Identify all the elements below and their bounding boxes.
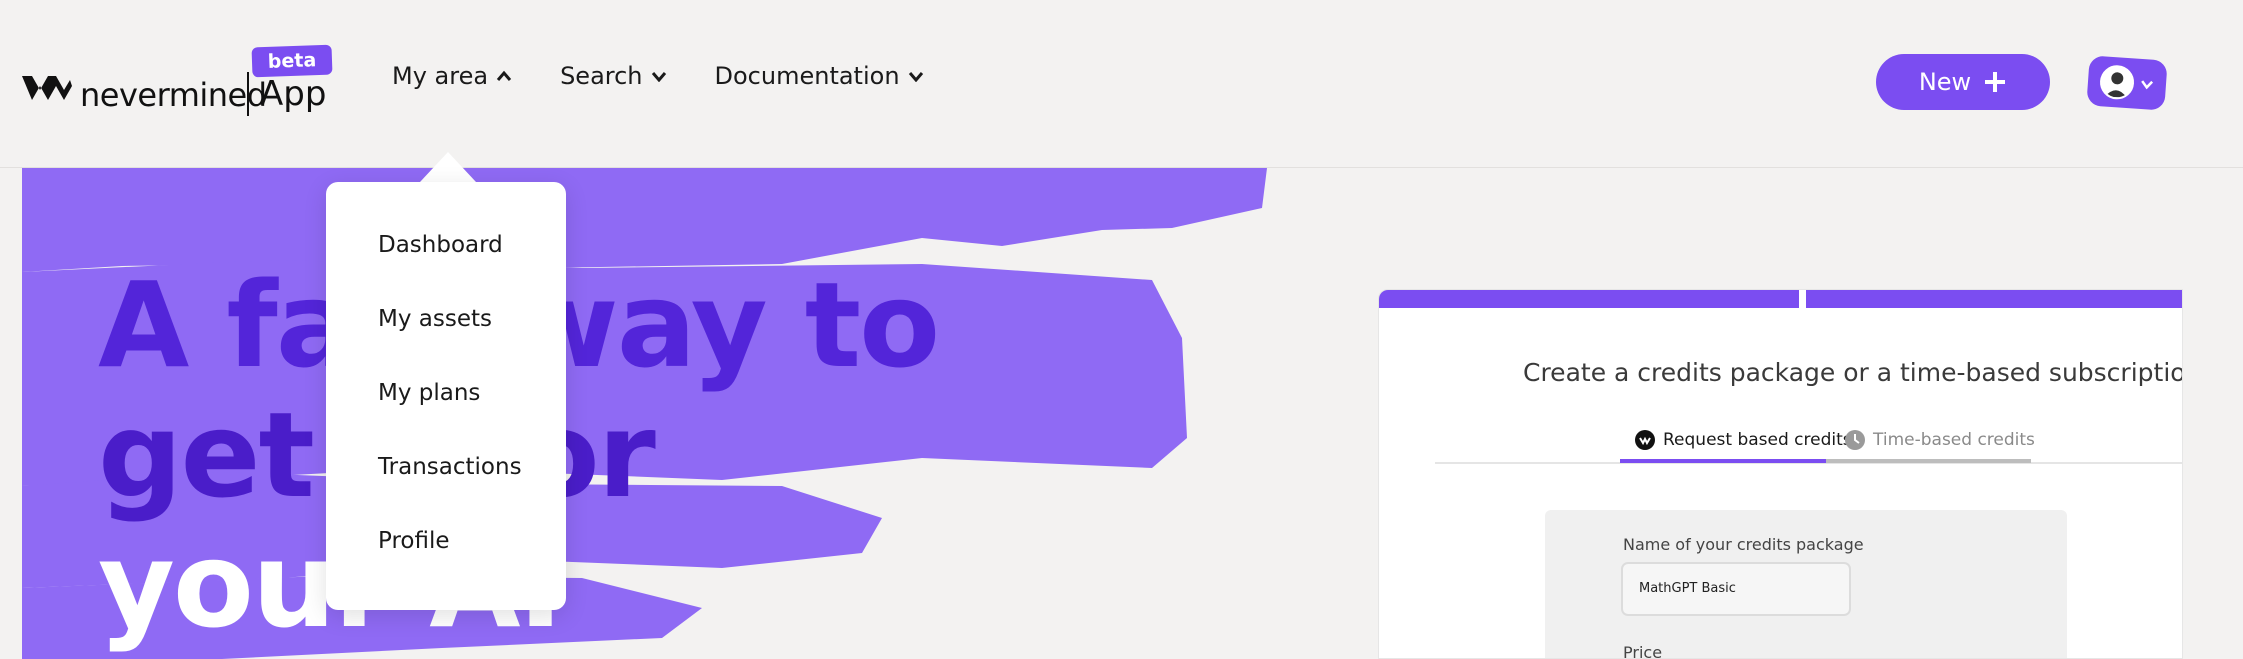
new-button[interactable]: New [1876, 54, 2050, 110]
main-nav: My area Search Documentation [392, 62, 924, 90]
nav-documentation[interactable]: Documentation [715, 62, 924, 90]
avatar [2098, 64, 2136, 101]
new-button-label: New [1918, 68, 1972, 96]
tab-time-based-credits[interactable]: Time-based credits [1845, 430, 2035, 450]
logo-wordmark: nevermined [80, 76, 267, 114]
chevron-up-icon [496, 70, 512, 81]
menu-item-transactions[interactable]: Transactions [378, 454, 522, 480]
chevron-down-icon [2141, 80, 2154, 90]
logo-app-label: App [260, 74, 327, 114]
chevron-down-icon [651, 72, 666, 82]
logo-separator [247, 72, 249, 116]
dropdown-arrow [420, 152, 476, 182]
clock-icon [1845, 430, 1865, 450]
menu-item-my-plans[interactable]: My plans [378, 380, 480, 406]
nav-search[interactable]: Search [560, 62, 666, 90]
request-credits-icon [1635, 430, 1655, 450]
package-name-input[interactable]: MathGPT Basic [1621, 562, 1851, 616]
chevron-down-icon [908, 72, 923, 82]
card-title: Create a credits package or a time-based… [1523, 358, 2183, 387]
tab-request-based-credits[interactable]: Request based credits [1635, 430, 1852, 450]
nav-search-label: Search [560, 62, 643, 90]
plus-icon [1985, 72, 2006, 92]
inactive-tab-indicator [1826, 459, 2031, 463]
nav-my-area[interactable]: My area [392, 62, 512, 90]
price-field-label: Price [1623, 643, 1663, 659]
menu-item-dashboard[interactable]: Dashboard [378, 232, 503, 258]
user-avatar-icon [2105, 72, 2127, 99]
nevermined-logo[interactable]: nevermined App beta [22, 44, 342, 120]
my-area-dropdown: Dashboard My assets My plans Transaction… [326, 182, 566, 610]
active-tab-indicator [1620, 459, 1826, 463]
credits-form-panel: Name of your credits package MathGPT Bas… [1545, 510, 2067, 659]
user-menu-button[interactable] [2086, 55, 2168, 111]
nevermined-logo-icon [22, 76, 72, 100]
beta-badge: beta [251, 44, 333, 78]
menu-item-profile[interactable]: Profile [378, 528, 450, 554]
credits-package-card: Create a credits package or a time-based… [1378, 289, 2183, 659]
menu-item-my-assets[interactable]: My assets [378, 306, 492, 332]
nav-documentation-label: Documentation [714, 62, 900, 90]
top-header: nevermined App beta My area Search Docum… [0, 0, 2243, 168]
card-top-bar [1379, 290, 1799, 308]
card-top-bar [1806, 290, 2182, 308]
name-field-label: Name of your credits package [1623, 535, 1864, 554]
nav-my-area-label: My area [392, 62, 489, 90]
